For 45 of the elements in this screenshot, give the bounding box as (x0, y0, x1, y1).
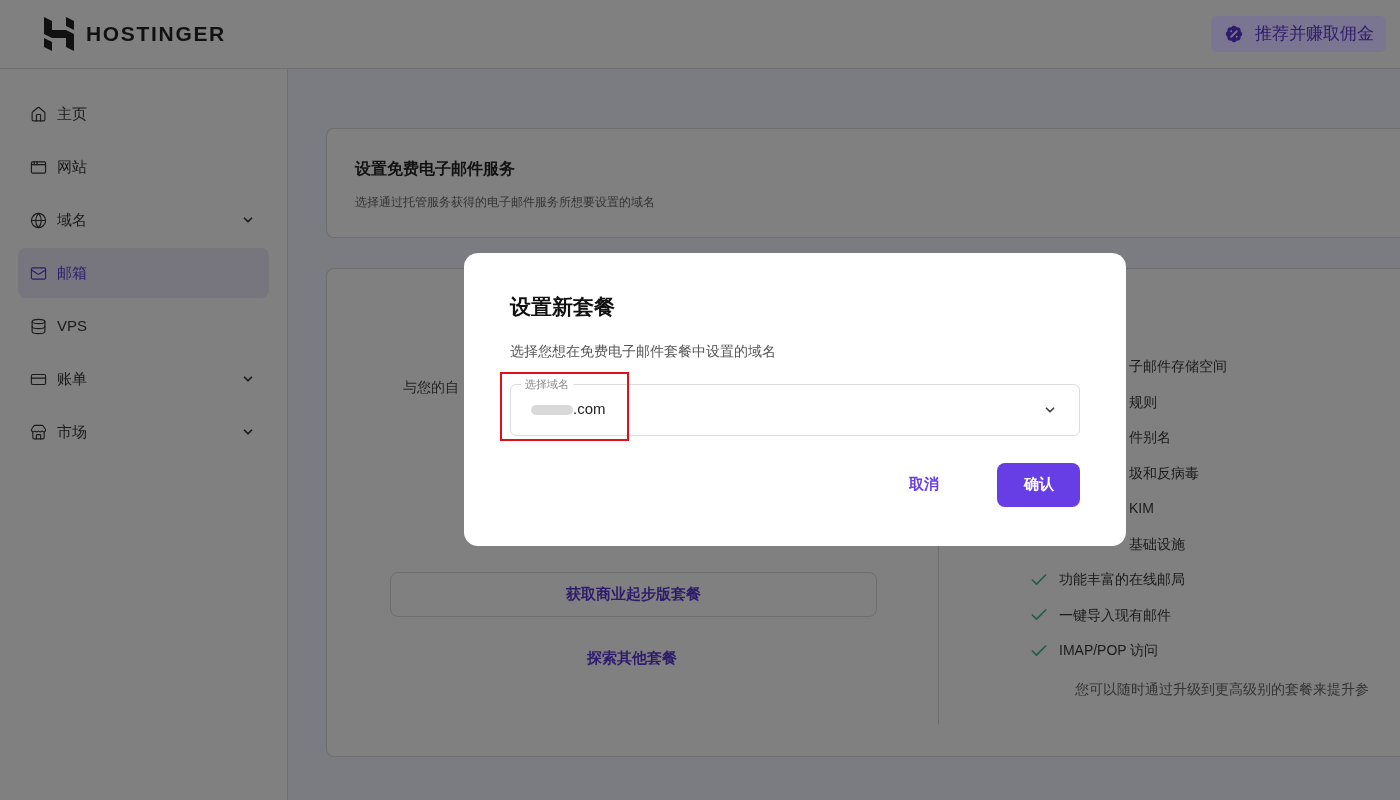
upgrade-note: 您可以随时通过升级到更高级别的套餐来提升参 (1074, 679, 1370, 699)
card-title: 设置免费电子邮件服务 (355, 159, 516, 179)
sidebar-label: 网站 (57, 156, 88, 177)
cancel-button[interactable]: 取消 (897, 462, 951, 507)
referral-button[interactable]: 推荐并赚取佣金 (1211, 16, 1386, 52)
sidebar-item[interactable]: 账单 (18, 354, 269, 404)
sidebar-label: 邮箱 (57, 262, 88, 283)
feature-text: 一键导入现有邮件 (1059, 605, 1171, 625)
dialog-subtitle: 选择您想在免费电子邮件套餐中设置的域名 (510, 341, 777, 361)
brand-name: HOSTINGER (86, 21, 226, 48)
home-icon (30, 105, 47, 123)
sidebar-item[interactable]: 市场 (18, 407, 269, 457)
sidebar-item[interactable]: 主页 (18, 89, 269, 139)
logo-icon (44, 17, 74, 51)
feature-text: 规则 (1129, 392, 1157, 412)
explore-plans-link[interactable]: 探索其他套餐 (587, 647, 677, 670)
sidebar-label: 市场 (57, 421, 88, 442)
globe-icon (30, 211, 47, 229)
sidebar-item[interactable]: 域名 (18, 195, 269, 245)
feature-text: 基础设施 (1129, 534, 1185, 554)
browser-window-icon (30, 158, 47, 176)
database-icon (30, 317, 47, 335)
feature-text: 功能丰富的在线邮局 (1059, 570, 1185, 590)
plan-description: 与您的自 (403, 378, 459, 397)
sidebar-label: VPS (57, 315, 88, 336)
feature-text: KIM (1129, 499, 1154, 519)
feature-text: 件别名 (1129, 428, 1171, 448)
sidebar-label: 主页 (57, 103, 88, 124)
feature-text: IMAP/POP 访问 (1059, 641, 1159, 661)
business-plan-button[interactable]: 获取商业起步版套餐 (390, 572, 877, 617)
sidebar-label: 账单 (57, 368, 88, 389)
dialog-title: 设置新套餐 (510, 294, 616, 320)
sidebar-item[interactable]: VPS (18, 301, 269, 351)
sidebar-label: 域名 (57, 209, 88, 230)
mail-icon (30, 264, 47, 282)
card-subtitle: 选择通过托管服务获得的电子邮件服务所想要设置的域名 (355, 194, 656, 211)
confirm-button[interactable]: 确认 (997, 462, 1080, 507)
feature-text: 子邮件存储空间 (1129, 357, 1227, 377)
feature-text: 圾和反病毒 (1129, 463, 1199, 483)
store-icon (30, 423, 47, 441)
sidebar-item[interactable]: 邮箱 (18, 248, 269, 298)
field-value: .com (573, 399, 607, 420)
field-label: 选择域名 (521, 376, 573, 391)
sidebar-item[interactable]: 网站 (18, 142, 269, 192)
percent-badge-icon (1223, 23, 1245, 45)
